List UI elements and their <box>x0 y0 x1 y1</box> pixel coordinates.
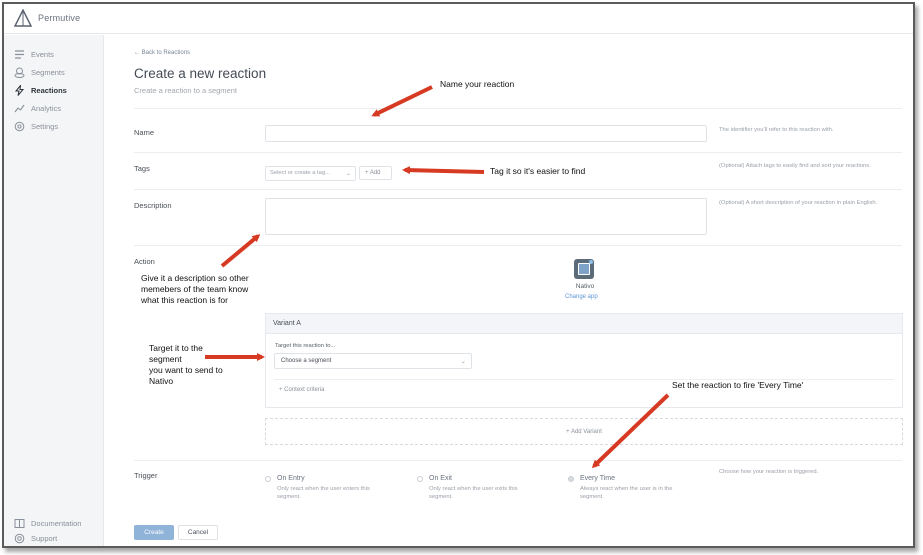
target-label: Target this reaction to... <box>275 343 336 349</box>
option-title: Every Time <box>580 475 616 482</box>
sidebar-item-label: Support <box>31 533 58 543</box>
trigger-option-every-time[interactable]: Every Time Always react when the user is… <box>568 475 690 501</box>
tags-placeholder: Select or create a tag... <box>270 170 330 176</box>
description-textarea[interactable] <box>265 198 707 235</box>
sidebar-item-segments[interactable]: Segments <box>14 65 65 79</box>
segment-placeholder: Choose a segment <box>281 358 332 364</box>
option-desc: Only react when the user exits this segm… <box>429 486 518 500</box>
top-bar: Permutive <box>4 4 913 34</box>
brand-name: Permutive <box>38 13 81 23</box>
radio-icon <box>568 476 574 482</box>
divider <box>134 108 902 109</box>
sidebar-item-documentation[interactable]: Documentation <box>14 516 81 530</box>
permutive-logo-icon <box>14 9 32 27</box>
segments-icon <box>14 67 25 78</box>
sidebar-item-label: Segments <box>31 67 65 77</box>
page-title: Create a new reaction <box>134 66 267 81</box>
sidebar-item-label: Documentation <box>31 518 82 528</box>
tags-hint: (Optional) Attach tags to easily find an… <box>719 163 871 169</box>
segment-select[interactable]: Choose a segment ⌄ <box>274 353 472 369</box>
action-label: Action <box>134 257 155 266</box>
option-desc: Only react when the user enters this seg… <box>277 486 370 500</box>
annotation-line: segment <box>149 354 182 364</box>
option-title: On Entry <box>277 475 305 482</box>
annotation-line: memebers of the team know <box>141 284 249 294</box>
annotation-trigger: Set the reaction to fire 'Every Time' <box>672 380 804 390</box>
app-name: Nativo <box>575 283 595 290</box>
annotation-line: Target it to the <box>149 343 203 353</box>
annotation-description: Give it a description so other memebers … <box>141 273 249 306</box>
book-icon <box>14 518 25 528</box>
annotation-tags: Tag it so it's easier to find <box>490 166 586 176</box>
annotation-line: Give it a description so other <box>141 273 249 283</box>
chevron-down-icon: ⌄ <box>345 171 351 177</box>
description-hint: (Optional) A short description of your r… <box>719 200 878 206</box>
option-desc: Always react when the user is in the seg… <box>580 486 673 500</box>
sidebar-item-label: Settings <box>31 121 59 131</box>
variant-card: Variant A Target this reaction to... Cho… <box>265 313 903 408</box>
annotation-line: Nativo <box>149 376 174 386</box>
help-icon <box>14 533 25 543</box>
divider <box>134 152 902 153</box>
sidebar-item-analytics[interactable]: Analytics <box>14 101 61 115</box>
create-button[interactable]: Create <box>134 525 174 540</box>
trigger-label: Trigger <box>134 471 158 480</box>
trigger-option-on-exit[interactable]: On Exit Only react when the user exits t… <box>417 475 539 501</box>
change-app-link[interactable]: Change app <box>565 294 598 300</box>
add-tag-button[interactable]: + Add <box>359 166 392 180</box>
divider <box>134 245 902 246</box>
sidebar-item-support[interactable]: Support <box>14 531 57 545</box>
radio-icon <box>417 476 423 482</box>
description-label: Description <box>134 201 172 210</box>
sidebar-item-events[interactable]: Events <box>14 47 54 61</box>
sidebar-item-reactions[interactable]: Reactions <box>14 83 67 97</box>
annotation-line: you want to send to <box>149 365 223 375</box>
trigger-hint: Choose how your reaction is triggered. <box>719 469 819 475</box>
cancel-button[interactable]: Cancel <box>178 525 218 540</box>
context-criteria-button[interactable]: + Context criteria <box>279 387 325 393</box>
annotation-line: what this reaction is for <box>141 295 228 305</box>
divider <box>134 460 902 461</box>
add-variant-button[interactable]: + Add Variant <box>265 418 903 445</box>
page-subtitle: Create a reaction to a segment <box>134 86 237 95</box>
divider <box>134 189 902 190</box>
tags-label: Tags <box>134 164 150 173</box>
name-label: Name <box>134 128 155 137</box>
bolt-icon <box>14 84 25 96</box>
name-hint: The identifier you'll refer to this reac… <box>719 127 834 133</box>
sidebar: Events Segments Reactions Analytics Sett… <box>4 35 104 546</box>
name-input[interactable] <box>265 125 707 142</box>
analytics-icon <box>14 104 25 112</box>
sidebar-item-label: Reactions <box>31 85 67 95</box>
sidebar-item-label: Events <box>31 49 54 59</box>
list-icon <box>15 49 24 59</box>
annotation-target: Target it to the segment you want to sen… <box>149 343 223 387</box>
option-title: On Exit <box>429 475 452 482</box>
back-to-reactions-link[interactable]: ← Back to Reactions <box>134 50 190 56</box>
trigger-option-on-entry[interactable]: On Entry Only react when the user enters… <box>265 475 387 501</box>
tags-select[interactable]: Select or create a tag... ⌄ <box>265 166 356 181</box>
variant-title: Variant A <box>266 314 902 334</box>
radio-icon <box>265 476 271 482</box>
annotation-name: Name your reaction <box>440 79 515 89</box>
sidebar-item-settings[interactable]: Settings <box>14 119 58 133</box>
chevron-down-icon: ⌄ <box>460 358 466 365</box>
nativo-app-icon <box>574 259 594 279</box>
gear-icon <box>14 121 25 131</box>
sidebar-item-label: Analytics <box>31 103 62 113</box>
